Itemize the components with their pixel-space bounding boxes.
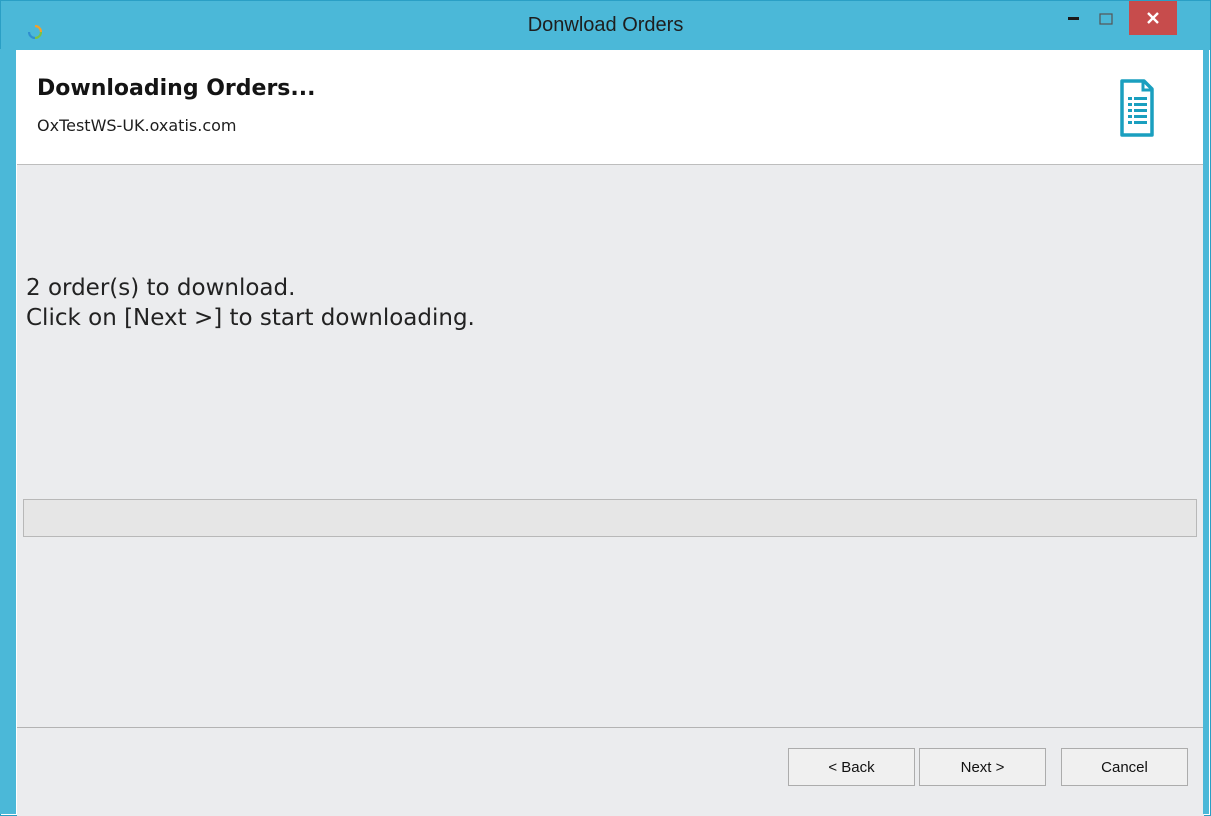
status-message: 2 order(s) to download. Click on [Next >… bbox=[26, 273, 475, 333]
close-button[interactable] bbox=[1129, 1, 1177, 35]
cancel-button[interactable]: Cancel bbox=[1061, 748, 1188, 786]
close-icon bbox=[1147, 12, 1159, 24]
site-url: OxTestWS-UK.oxatis.com bbox=[37, 116, 237, 135]
download-progress-bar bbox=[23, 499, 1197, 537]
instruction-text: Click on [Next >] to start downloading. bbox=[26, 305, 475, 331]
next-button[interactable]: Next > bbox=[919, 748, 1046, 786]
maximize-icon bbox=[1099, 12, 1113, 25]
window-border-left bbox=[0, 49, 16, 814]
minimize-button[interactable] bbox=[1059, 1, 1089, 36]
window-border-right bbox=[1203, 49, 1209, 814]
window-title: Donwload Orders bbox=[527, 14, 684, 36]
orders-count-text: 2 order(s) to download. bbox=[26, 275, 296, 301]
maximize-button[interactable] bbox=[1091, 1, 1121, 36]
back-button[interactable]: < Back bbox=[788, 748, 915, 786]
wizard-header: Downloading Orders... OxTestWS-UK.oxatis… bbox=[17, 50, 1204, 165]
page-title: Downloading Orders... bbox=[37, 76, 316, 101]
wizard-content: 2 order(s) to download. Click on [Next >… bbox=[17, 165, 1204, 727]
minimize-icon bbox=[1068, 16, 1079, 20]
wizard-footer: < Back Next > Cancel bbox=[17, 727, 1204, 816]
title-bar[interactable]: Donwload Orders bbox=[1, 1, 1210, 50]
document-icon bbox=[1120, 79, 1154, 137]
dialog-window: Donwload Orders Downloading Orders... Ox… bbox=[0, 0, 1211, 816]
